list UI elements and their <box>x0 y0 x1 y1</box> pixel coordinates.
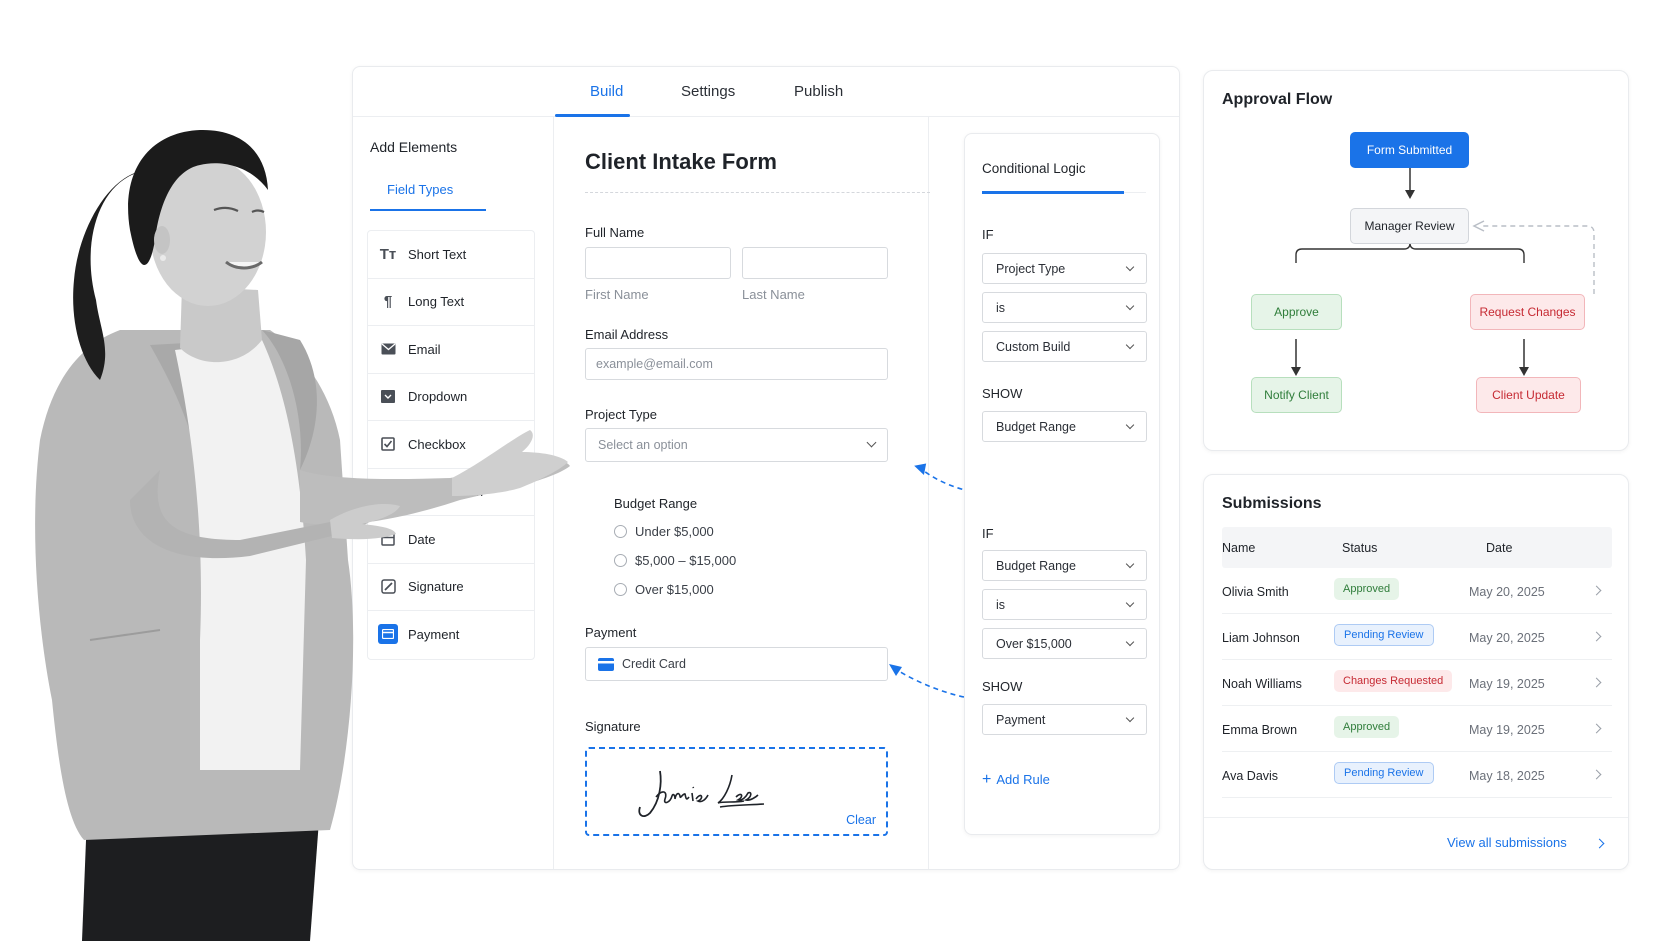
rule1-if-label: IF <box>982 227 994 242</box>
rule1-operator-select[interactable]: is <box>982 292 1147 323</box>
select-value: Over $15,000 <box>996 636 1072 651</box>
flow-node-client-update[interactable]: Client Update <box>1476 377 1581 413</box>
chevron-right-icon[interactable] <box>1591 769 1602 780</box>
submission-name: Liam Johnson <box>1222 631 1300 645</box>
chevron-down-icon <box>1125 420 1135 430</box>
rule1-show-select[interactable]: Budget Range <box>982 411 1147 442</box>
column-header-date: Date <box>1486 541 1513 555</box>
select-value: Budget Range <box>996 419 1076 434</box>
add-rule-button[interactable]: + Add Rule <box>982 771 1050 789</box>
rule2-if-label: IF <box>982 526 994 541</box>
select-value: Custom Build <box>996 339 1071 354</box>
conditional-logic-title: Conditional Logic <box>982 161 1086 176</box>
chevron-down-icon <box>1125 559 1135 569</box>
chevron-down-icon <box>1125 713 1135 723</box>
select-value: Project Type <box>996 261 1066 276</box>
chevron-right-icon[interactable] <box>1594 838 1605 849</box>
chevron-right-icon[interactable] <box>1591 585 1602 596</box>
status-badge: Approved <box>1334 716 1400 738</box>
flow-node-request-changes[interactable]: Request Changes <box>1470 294 1585 330</box>
status-badge: Approved <box>1334 578 1400 600</box>
submission-name: Olivia Smith <box>1222 585 1289 599</box>
table-row[interactable]: Emma Brown Approved May 19, 2025 <box>1222 706 1612 752</box>
submissions-title: Submissions <box>1222 495 1322 512</box>
submissions-table-header: Name Status Date <box>1222 527 1612 568</box>
approval-flow-card: Approval Flow Form Submitted Manager Rev… <box>1203 70 1629 451</box>
conditional-logic-rule <box>1124 192 1146 193</box>
chevron-down-icon <box>1125 598 1135 608</box>
chevron-right-icon[interactable] <box>1591 677 1602 688</box>
submission-date: May 18, 2025 <box>1469 769 1545 783</box>
rule1-show-label: SHOW <box>982 386 1023 401</box>
conditional-logic-panel: Conditional Logic IF Project Type is Cus… <box>964 133 1160 835</box>
conditional-logic-underline <box>982 191 1124 194</box>
status-badge: Pending Review <box>1334 762 1434 784</box>
rule2-show-label: SHOW <box>982 679 1023 694</box>
column-header-name: Name <box>1222 541 1256 555</box>
table-row[interactable]: Liam Johnson Pending Review May 20, 2025 <box>1222 614 1612 660</box>
rule1-field-select[interactable]: Project Type <box>982 253 1147 284</box>
submission-date: May 19, 2025 <box>1469 677 1545 691</box>
submission-date: May 20, 2025 <box>1469 631 1545 645</box>
chevron-down-icon <box>1125 340 1135 350</box>
chevron-right-icon[interactable] <box>1591 631 1602 642</box>
flow-node-form-submitted[interactable]: Form Submitted <box>1350 132 1469 168</box>
submission-name: Ava Davis <box>1222 769 1279 783</box>
flow-node-manager-review[interactable]: Manager Review <box>1350 208 1469 244</box>
chevron-right-icon[interactable] <box>1591 723 1602 734</box>
submissions-footer-divider <box>1204 817 1628 818</box>
submission-name: Noah Williams <box>1222 677 1302 691</box>
submission-date: May 19, 2025 <box>1469 723 1545 737</box>
rule2-operator-select[interactable]: is <box>982 589 1147 620</box>
select-value: is <box>996 300 1006 315</box>
chevron-down-icon <box>1125 301 1135 311</box>
select-value: Budget Range <box>996 558 1076 573</box>
table-row[interactable]: Noah Williams Changes Requested May 19, 20… <box>1222 660 1612 706</box>
rule2-value-select[interactable]: Over $15,000 <box>982 628 1147 659</box>
flow-node-notify-client[interactable]: Notify Client <box>1251 377 1342 413</box>
add-rule-label: Add Rule <box>996 772 1050 787</box>
submission-date: May 20, 2025 <box>1469 585 1545 599</box>
table-row[interactable]: Ava Davis Pending Review May 18, 2025 <box>1222 752 1612 798</box>
rule2-show-select[interactable]: Payment <box>982 704 1147 735</box>
submission-name: Emma Brown <box>1222 723 1298 737</box>
select-value: is <box>996 597 1006 612</box>
table-row[interactable]: Olivia Smith Approved May 20, 2025 <box>1222 568 1612 614</box>
status-badge: Changes Requested <box>1334 670 1453 692</box>
submissions-card: Submissions Name Status Date Olivia Smit… <box>1203 474 1629 870</box>
rule1-value-select[interactable]: Custom Build <box>982 331 1147 362</box>
select-value: Payment <box>996 712 1046 727</box>
view-all-submissions-link[interactable]: View all submissions <box>1447 835 1567 850</box>
status-badge: Pending Review <box>1334 624 1434 646</box>
flow-node-approve[interactable]: Approve <box>1251 294 1342 330</box>
chevron-down-icon <box>1125 637 1135 647</box>
plus-icon: + <box>982 771 992 788</box>
rule2-field-select[interactable]: Budget Range <box>982 550 1147 581</box>
column-header-status: Status <box>1342 541 1378 555</box>
chevron-down-icon <box>1125 262 1135 272</box>
